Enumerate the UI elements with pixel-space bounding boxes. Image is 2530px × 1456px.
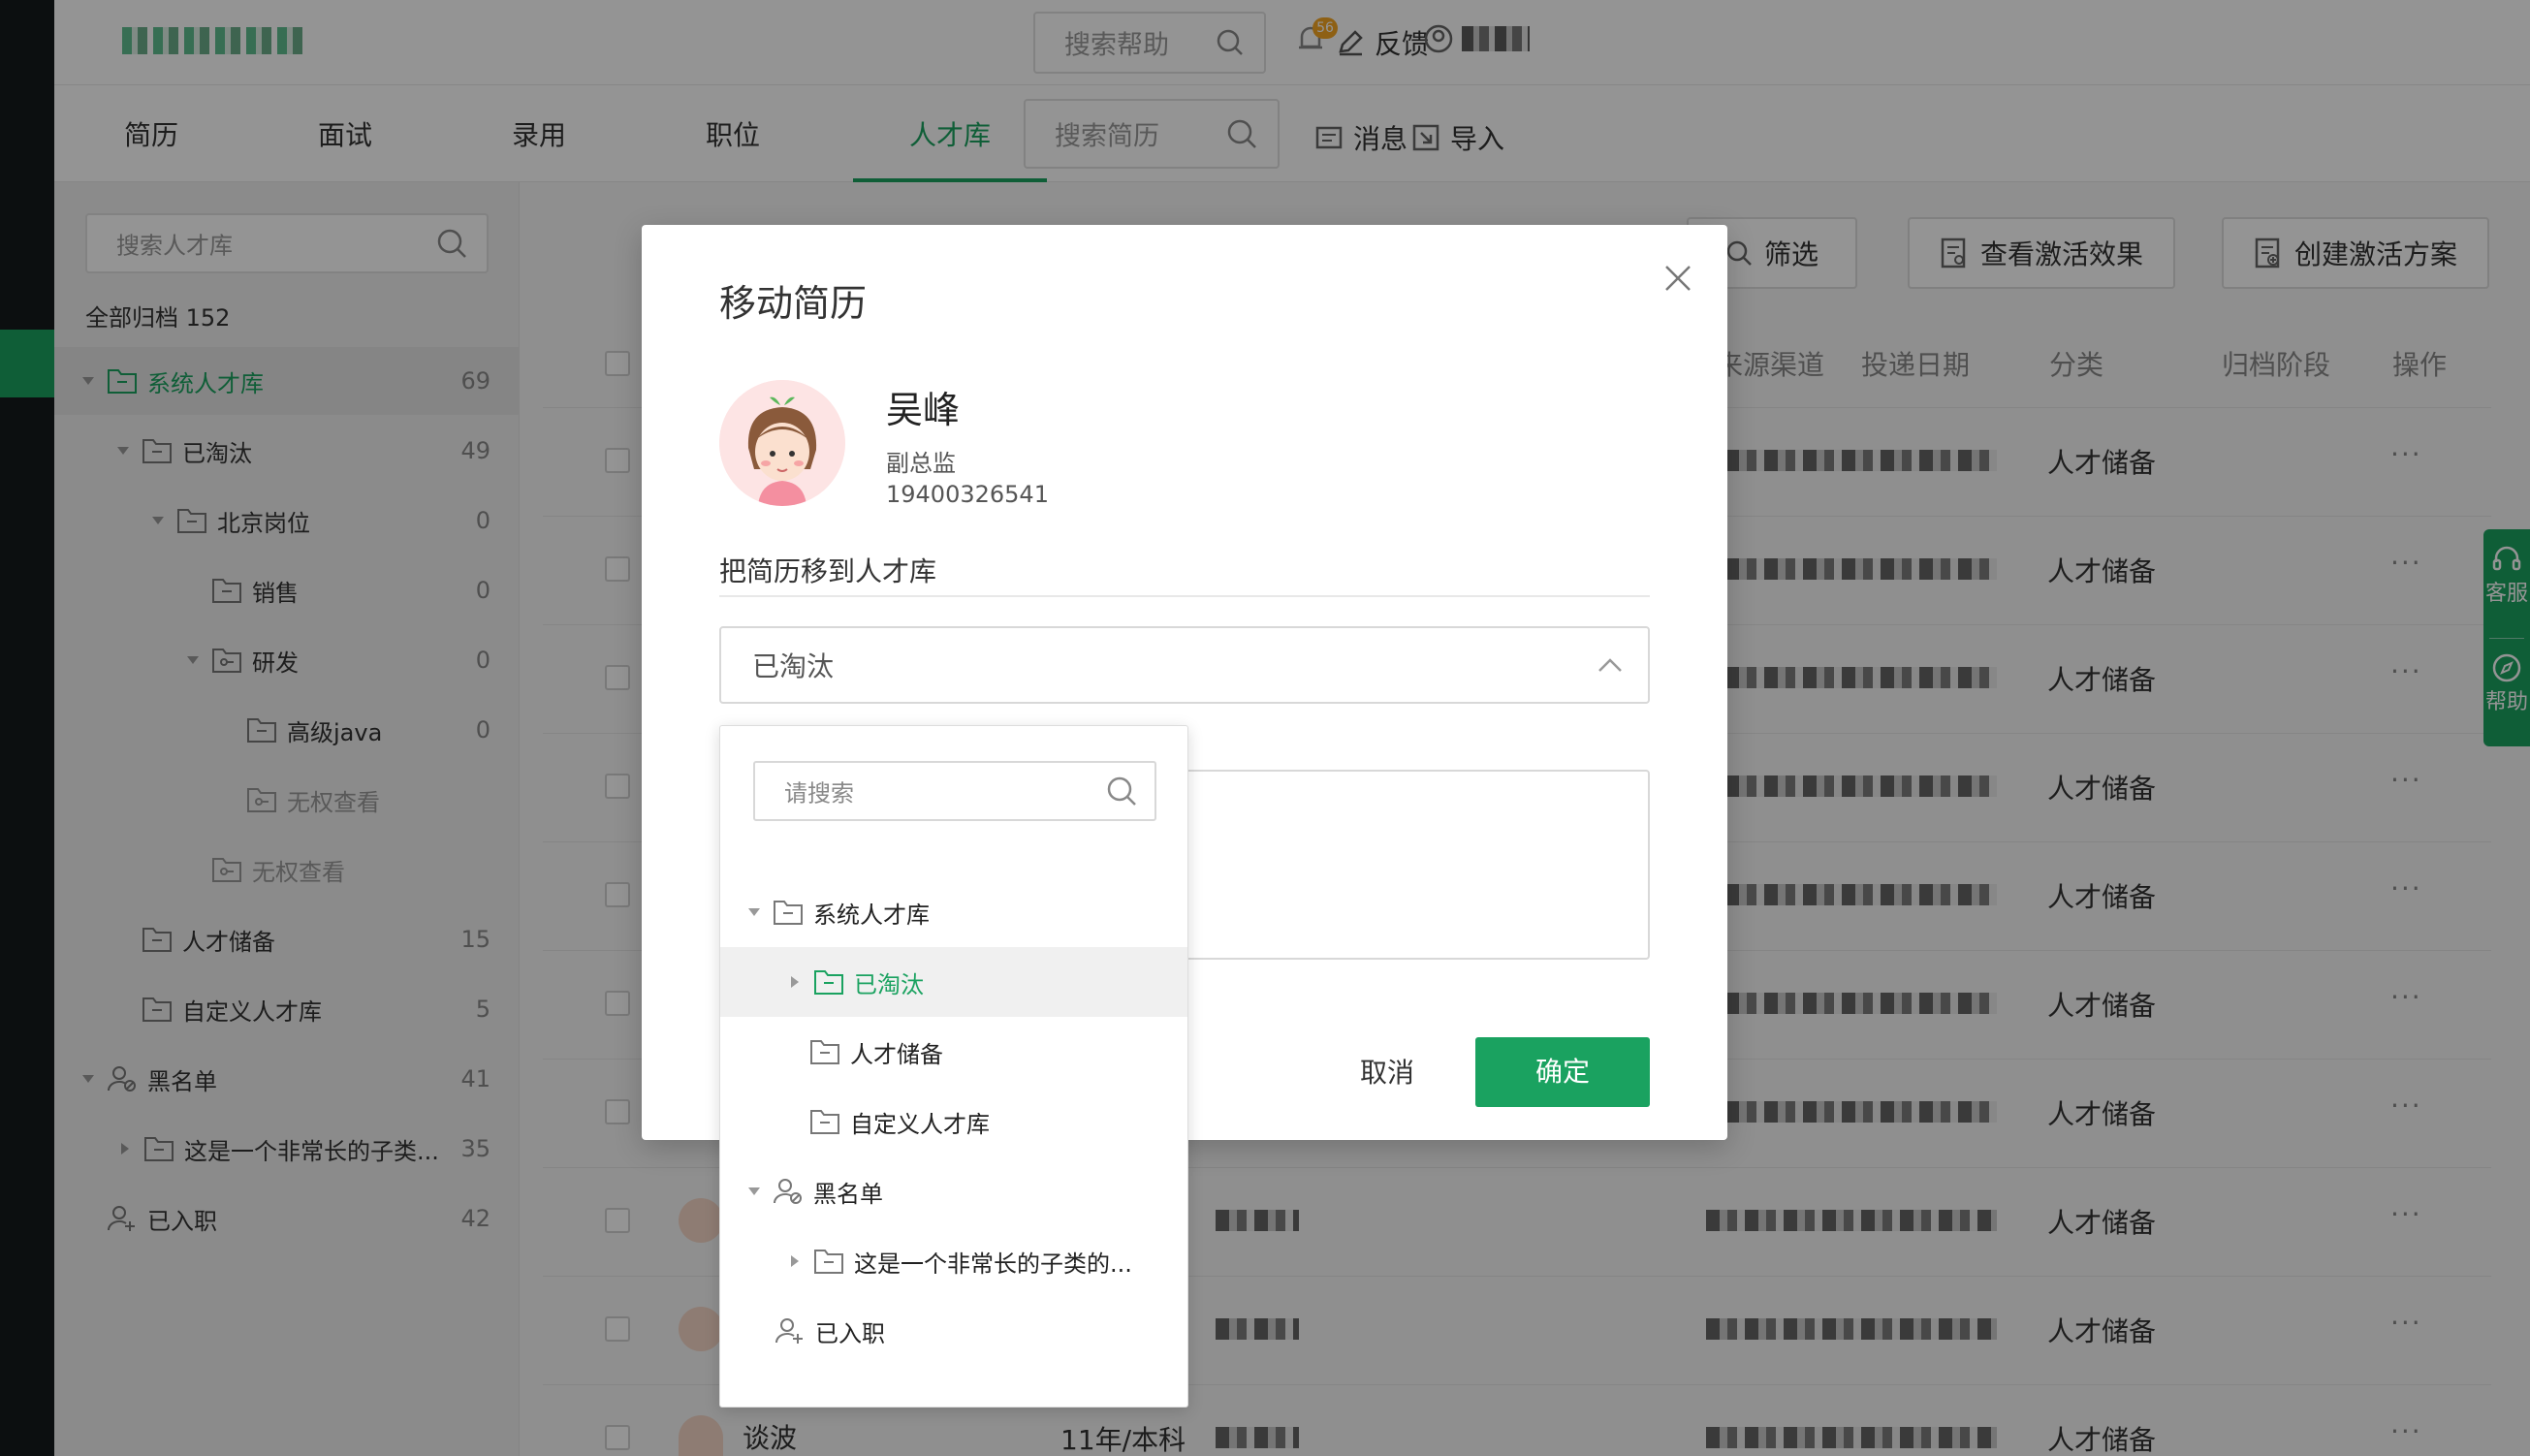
dropdown-item-custom-pool[interactable]: 自定义人才库 [720, 1087, 1187, 1156]
confirm-button[interactable]: 确定 [1475, 1037, 1650, 1107]
dropdown-item-hired[interactable]: 已入职 [720, 1296, 1187, 1366]
dialog-title: 移动简历 [719, 282, 868, 325]
folder-icon [809, 1108, 840, 1135]
user-add-icon [775, 1316, 806, 1345]
candidate-title: 副总监 [886, 450, 956, 477]
dropdown-item-eliminated[interactable]: 已淘汰 [720, 947, 1187, 1017]
talent-pool-dropdown: 请搜索 系统人才库 已淘汰 人才储备 自定义人才库 黑名单 这是一个非常长的子类… [719, 725, 1188, 1408]
close-icon[interactable] [1663, 264, 1692, 293]
folder-icon [813, 968, 844, 996]
folder-icon [773, 899, 804, 926]
dropdown-item-talent-reserve[interactable]: 人才储备 [720, 1017, 1187, 1087]
talent-pool-select[interactable]: 已淘汰 [719, 626, 1650, 704]
candidate-avatar [719, 380, 845, 506]
dropdown-item-system-pool[interactable]: 系统人才库 [720, 877, 1187, 947]
caret-right-icon [788, 975, 802, 989]
caret-down-icon [747, 905, 761, 919]
move-to-label: 把简历移到人才库 [719, 555, 937, 587]
user-block-icon [773, 1177, 804, 1206]
search-icon [1106, 775, 1137, 807]
cancel-button[interactable]: 取消 [1314, 1039, 1460, 1107]
dropdown-item-blacklist[interactable]: 黑名单 [720, 1156, 1187, 1226]
dropdown-item-long-subcategory[interactable]: 这是一个非常长的子类的... [720, 1226, 1187, 1296]
candidate-name: 吴峰 [886, 389, 961, 431]
folder-icon [809, 1038, 840, 1065]
candidate-phone: 19400326541 [886, 481, 1049, 508]
caret-right-icon [788, 1254, 802, 1268]
dropdown-search-input[interactable]: 请搜索 [753, 761, 1156, 821]
folder-icon [813, 1248, 844, 1275]
divider [719, 595, 1650, 597]
chevron-up-icon [1597, 657, 1623, 673]
caret-down-icon [747, 1185, 761, 1198]
